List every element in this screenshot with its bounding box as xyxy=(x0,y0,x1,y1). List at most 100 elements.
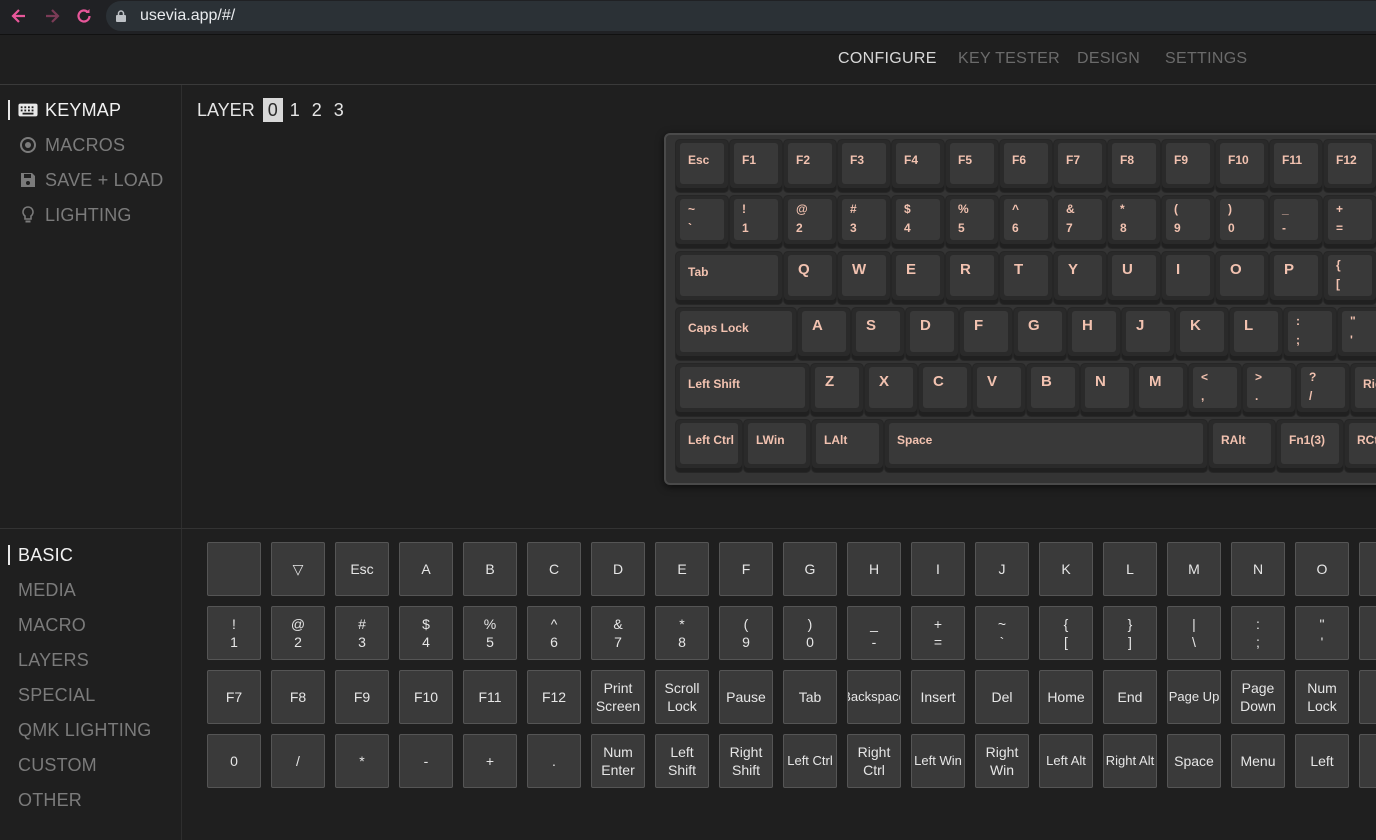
keyboard-key[interactable]: {[ xyxy=(1324,252,1376,304)
keycode-button[interactable]: Left xyxy=(1295,734,1349,788)
keyboard-key[interactable]: F3 xyxy=(838,140,890,192)
keyboard-key[interactable]: N xyxy=(1081,364,1133,416)
keyboard-key[interactable]: R xyxy=(946,252,998,304)
tab-settings[interactable]: SETTINGS xyxy=(1165,50,1247,68)
keyboard-key[interactable]: Left Shift xyxy=(676,364,809,416)
keycode-button[interactable]: $ 4 xyxy=(399,606,453,660)
keycode-button[interactable]: Page Up xyxy=(1167,670,1221,724)
keyboard-key[interactable]: W xyxy=(838,252,890,304)
keycode-button[interactable]: A xyxy=(399,542,453,596)
keyboard-key[interactable]: F6 xyxy=(1000,140,1052,192)
keycode-button[interactable]: L xyxy=(1103,542,1157,596)
arrow-left-icon[interactable] xyxy=(8,6,30,28)
keycode-button[interactable]: ^ 6 xyxy=(527,606,581,660)
keyboard-key[interactable]: <, xyxy=(1189,364,1241,416)
keyboard-key[interactable]: ^ 6 xyxy=(1000,196,1052,248)
keycode-button[interactable]: Print Screen xyxy=(591,670,645,724)
keyboard-key[interactable]: F xyxy=(960,308,1012,360)
keyboard-key[interactable]: F4 xyxy=(892,140,944,192)
keycode-button[interactable]: { [ xyxy=(1039,606,1093,660)
keyboard-key[interactable]: O xyxy=(1216,252,1268,304)
keycode-button[interactable]: - xyxy=(399,734,453,788)
keycode-button[interactable]: C L xyxy=(1359,670,1376,724)
keyboard-key[interactable]: Y xyxy=(1054,252,1106,304)
keycode-button[interactable]: " ' xyxy=(1295,606,1349,660)
keycode-button[interactable]: Right Ctrl xyxy=(847,734,901,788)
tab-key-tester[interactable]: KEY TESTER xyxy=(958,50,1060,68)
keyboard-key[interactable]: F5 xyxy=(946,140,998,192)
keyboard-key[interactable]: (9 xyxy=(1162,196,1214,248)
keyboard-key[interactable]: J xyxy=(1122,308,1174,360)
keyboard-key[interactable]: Left Ctrl xyxy=(676,420,742,472)
category-special[interactable]: SPECIAL xyxy=(18,683,95,707)
keycode-button[interactable]: @ 2 xyxy=(271,606,325,660)
keycode-button[interactable]: Space xyxy=(1167,734,1221,788)
keycode-button[interactable]: M xyxy=(1167,542,1221,596)
keycode-button[interactable]: Del xyxy=(975,670,1029,724)
keyboard-key[interactable]: A xyxy=(798,308,850,360)
category-layers[interactable]: LAYERS xyxy=(18,648,89,672)
keyboard-key[interactable]: X xyxy=(865,364,917,416)
keycode-button[interactable]: * xyxy=(335,734,389,788)
category-qmk-lighting[interactable]: QMK LIGHTING xyxy=(18,718,151,742)
keycode-button[interactable]: % 5 xyxy=(463,606,517,660)
keyboard-key[interactable]: F1 xyxy=(730,140,782,192)
keycode-button[interactable]: F12 xyxy=(527,670,581,724)
keyboard-key[interactable]: % 5 xyxy=(946,196,998,248)
keycode-button[interactable]: J xyxy=(975,542,1029,596)
keyboard-key[interactable]: C xyxy=(919,364,971,416)
category-custom[interactable]: CUSTOM xyxy=(18,753,97,777)
keycode-button[interactable]: ( 9 xyxy=(719,606,773,660)
keycode-button[interactable]: F10 xyxy=(399,670,453,724)
reload-icon[interactable] xyxy=(73,6,95,28)
keycode-button[interactable]: : ; xyxy=(1231,606,1285,660)
keyboard-key[interactable]: ~ ` xyxy=(676,196,728,248)
keyboard-key[interactable]: F9 xyxy=(1162,140,1214,192)
sidebar-item-lighting[interactable]: LIGHTING xyxy=(18,203,132,227)
keyboard-key[interactable]: RCt xyxy=(1345,420,1376,472)
keyboard-key[interactable]: P xyxy=(1270,252,1322,304)
keyboard-key[interactable]: #3 xyxy=(838,196,890,248)
keyboard-key[interactable]: * 8 xyxy=(1108,196,1160,248)
keycode-button[interactable]: ) 0 xyxy=(783,606,837,660)
keycode-button[interactable]: Left Win xyxy=(911,734,965,788)
keycode-button[interactable]: _ - xyxy=(847,606,901,660)
keyboard-key[interactable]: B xyxy=(1027,364,1079,416)
keycode-button[interactable]: H xyxy=(847,542,901,596)
keycode-button[interactable]: N xyxy=(1231,542,1285,596)
keycode-button[interactable]: Left Ctrl xyxy=(783,734,837,788)
keyboard-key[interactable]: T xyxy=(1000,252,1052,304)
keycode-button[interactable]: Left Alt xyxy=(1039,734,1093,788)
keycode-button[interactable]: + = xyxy=(911,606,965,660)
keycode-button[interactable]: / xyxy=(271,734,325,788)
keycode-button[interactable] xyxy=(207,542,261,596)
keycode-button[interactable]: F11 xyxy=(463,670,517,724)
keycode-button[interactable]: Do xyxy=(1359,734,1376,788)
sidebar-item-macros[interactable]: MACROS xyxy=(18,133,125,157)
keyboard-key[interactable]: Caps Lock xyxy=(676,308,796,360)
tab-configure[interactable]: CONFIGURE xyxy=(838,50,937,68)
keyboard-key[interactable]: H xyxy=(1068,308,1120,360)
sidebar-item-save-load[interactable]: SAVE + LOAD xyxy=(18,168,163,192)
keycode-button[interactable]: G xyxy=(783,542,837,596)
keycode-button[interactable]: Right Win xyxy=(975,734,1029,788)
category-basic[interactable]: BASIC xyxy=(18,543,73,567)
keycode-button[interactable]: | \ xyxy=(1167,606,1221,660)
keycode-button[interactable]: Num Lock xyxy=(1295,670,1349,724)
keycode-button[interactable]: Home xyxy=(1039,670,1093,724)
keyboard-key[interactable]: Tab xyxy=(676,252,782,304)
keycode-button[interactable]: E xyxy=(655,542,709,596)
keyboard-key[interactable]: LAlt xyxy=(812,420,883,472)
keyboard-key[interactable]: F10 xyxy=(1216,140,1268,192)
keycode-button[interactable]: Tab xyxy=(783,670,837,724)
category-other[interactable]: OTHER xyxy=(18,788,82,812)
keyboard-key[interactable]: Righ xyxy=(1351,364,1376,416)
keycode-button[interactable]: Right Shift xyxy=(719,734,773,788)
keyboard-key[interactable]: G xyxy=(1014,308,1066,360)
keycode-button[interactable]: F7 xyxy=(207,670,261,724)
keycode-button[interactable]: B xyxy=(463,542,517,596)
category-media[interactable]: MEDIA xyxy=(18,578,76,602)
keycode-button[interactable]: D xyxy=(591,542,645,596)
keycode-button[interactable]: I xyxy=(911,542,965,596)
keyboard-key[interactable]: Esc xyxy=(676,140,728,192)
